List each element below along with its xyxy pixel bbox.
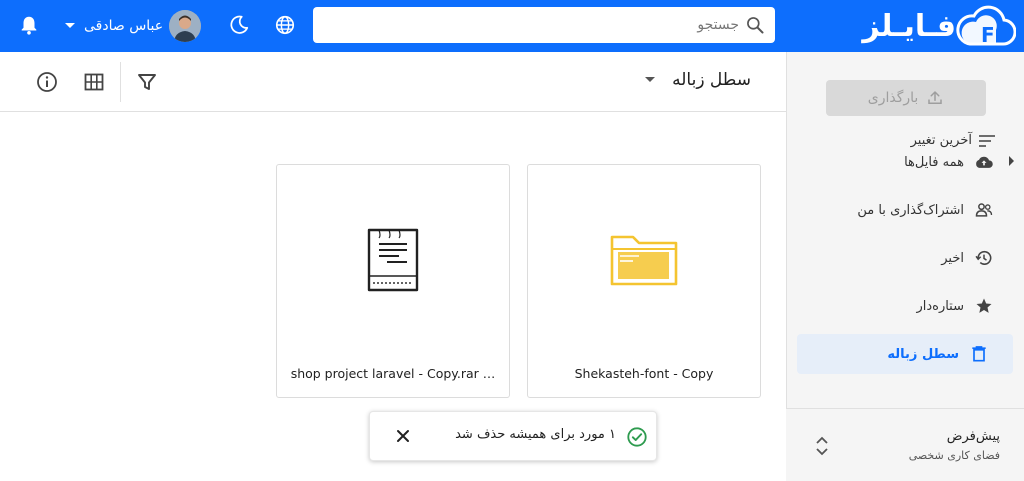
star-icon [976,298,992,313]
toast-notification: ۱ مورد برای همیشه حذف شد [369,411,657,461]
file-thumbnail [277,165,509,355]
breadcrumb-label: سطل زباله [672,70,751,90]
user-menu[interactable]: عباس صادقی [64,9,202,43]
search-box[interactable] [313,7,775,43]
toolbar-divider [120,62,121,102]
chevron-down-icon[interactable] [644,76,656,84]
search-icon[interactable] [745,15,765,35]
upload-button[interactable]: بارگذاری [826,80,986,116]
workspace-title: پیش‌فرض [946,429,1000,444]
sidebar-item-label: اشتراک‌گذاری با من [857,202,964,218]
trash-icon [972,346,986,362]
cloud-upload-icon [976,156,993,168]
chevron-down-icon[interactable] [64,22,76,30]
sort-control[interactable]: آخرین تغییر [911,133,996,148]
unfold-icon[interactable] [812,435,832,457]
sidebar-item-label: ستاره‌دار [916,298,964,314]
workspace-switcher[interactable]: پیش‌فرض فضای کاری شخصی [786,408,1024,481]
workspace-subtitle: فضای کاری شخصی [908,449,1000,462]
breadcrumb[interactable]: سطل زباله [644,70,751,90]
app-logo[interactable]: فـایـلز F [852,4,1016,48]
file-thumbnail [528,165,760,355]
sidebar: بارگذاری همه فایل‌ها اشتراک‌گذاری با من [786,52,1024,481]
check-circle-icon [627,427,647,447]
file-card[interactable]: Shekasteh-font - Copy [527,164,761,398]
sort-icon [979,134,995,147]
sidebar-item-label: سطل زباله [887,346,959,362]
toast-message: ۱ مورد برای همیشه حذف شد [455,427,616,442]
upload-icon [928,91,943,104]
file-name: Shekasteh-font - Copy [574,366,714,381]
sidebar-item-label: همه فایل‌ها [904,154,964,170]
info-icon[interactable] [35,70,59,94]
logo-cloud-icon: F [956,5,1016,47]
sidebar-item-recent[interactable]: اخیر [786,234,1024,282]
document-icon [367,228,419,292]
user-photo-icon [169,10,202,42]
history-icon [975,250,992,265]
globe-icon[interactable] [274,14,296,36]
avatar[interactable] [169,10,202,42]
brand-name: فـایـلز [862,8,956,44]
sort-label: آخرین تغییر [910,133,972,148]
top-bar: فـایـلز F عباس صادقی [0,0,1024,52]
sidebar-item-shared[interactable]: اشتراک‌گذاری با من [786,186,1024,234]
moon-icon[interactable] [228,14,250,36]
grid-view-icon[interactable] [82,70,106,94]
sidebar-nav: همه فایل‌ها اشتراک‌گذاری با من اخیر ست [786,138,1024,374]
folder-icon [610,235,678,286]
bell-icon[interactable] [18,14,40,36]
sidebar-item-label: اخیر [941,250,964,266]
svg-text:F: F [981,23,995,47]
file-name: shop project laravel - Copy.rar … [290,366,496,381]
sidebar-item-trash[interactable]: سطل زباله [797,334,1013,374]
people-icon [975,203,993,217]
caret-left-icon[interactable] [1008,155,1016,167]
sidebar-item-starred[interactable]: ستاره‌دار [786,282,1024,330]
user-name: عباس صادقی [84,18,164,34]
content-toolbar: سطل زباله [0,52,786,112]
file-card[interactable]: shop project laravel - Copy.rar … [276,164,510,398]
filter-icon[interactable] [135,70,159,94]
close-icon[interactable] [396,429,410,443]
upload-label: بارگذاری [867,90,919,106]
search-input[interactable] [329,7,739,43]
